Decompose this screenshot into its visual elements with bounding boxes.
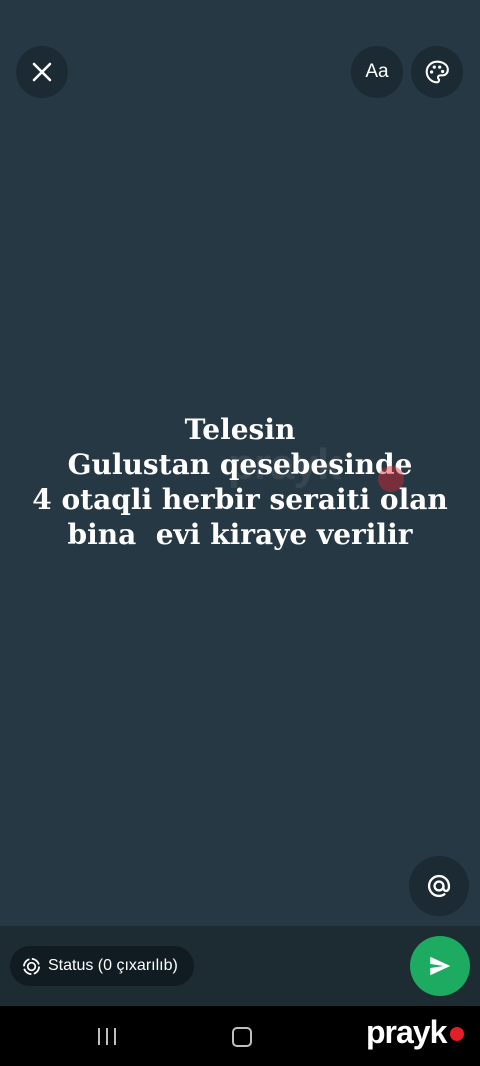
recent-apps-icon-bar bbox=[114, 1028, 116, 1045]
prayk-logo-dot bbox=[450, 1027, 464, 1041]
status-editor-screen: Aa Telesin Gulustan qesebesinde 4 otaqli… bbox=[0, 0, 480, 1066]
mention-button[interactable] bbox=[409, 856, 469, 916]
send-button[interactable] bbox=[410, 936, 470, 996]
font-style-label: Aa bbox=[365, 61, 389, 82]
recent-apps-icon-bar bbox=[106, 1028, 108, 1045]
font-style-button[interactable]: Aa bbox=[351, 46, 403, 98]
close-icon bbox=[32, 62, 52, 82]
at-sign-icon bbox=[427, 874, 451, 898]
color-palette-button[interactable] bbox=[411, 46, 463, 98]
send-icon bbox=[430, 956, 451, 976]
watermark-text: prayk bbox=[228, 440, 341, 489]
close-button[interactable] bbox=[16, 46, 68, 98]
recent-apps-button[interactable] bbox=[98, 1028, 116, 1045]
status-audience-button[interactable]: Status (0 çıxarılıb) bbox=[10, 946, 194, 986]
recent-apps-icon-bar bbox=[98, 1028, 100, 1045]
prayk-logo: prayk bbox=[366, 1014, 447, 1051]
status-audience-label: Status (0 çıxarılıb) bbox=[48, 957, 178, 974]
home-button[interactable] bbox=[232, 1027, 252, 1047]
prayk-logo-text: prayk bbox=[366, 1014, 447, 1050]
watermark-overlay: prayk bbox=[228, 440, 341, 490]
palette-icon bbox=[425, 60, 449, 84]
status-ring-icon bbox=[23, 957, 40, 975]
watermark-dot bbox=[378, 466, 404, 492]
